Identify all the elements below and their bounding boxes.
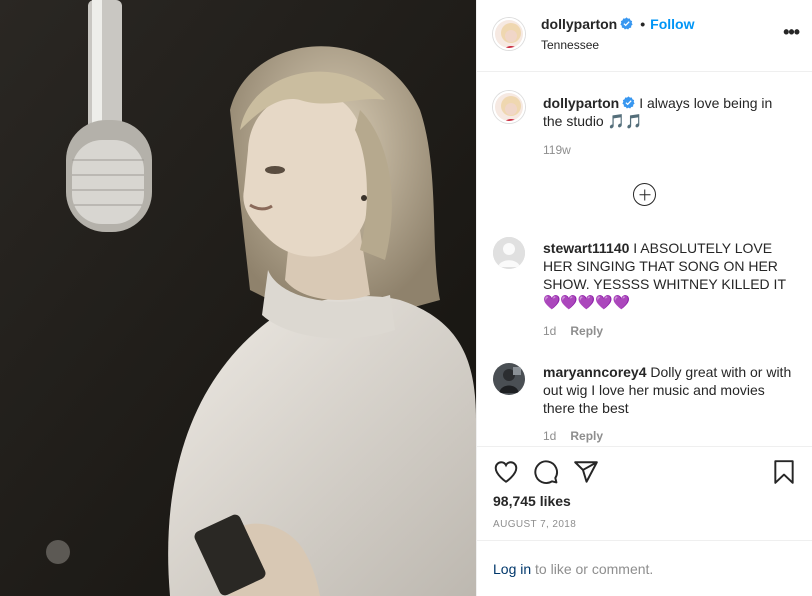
- header-title: dollyparton • Follow: [541, 16, 694, 32]
- default-avatar-icon: [493, 237, 525, 269]
- login-bar: Log in to like or comment.: [477, 540, 812, 596]
- comment-username[interactable]: stewart11140: [543, 240, 629, 256]
- caption-time[interactable]: 119w: [543, 143, 571, 157]
- more-options-icon[interactable]: •••: [783, 22, 800, 43]
- comment-time[interactable]: 1d: [543, 429, 556, 443]
- comments-section: dollyparton I always love being in the st…: [477, 73, 812, 445]
- comment-meta: 1d Reply: [543, 429, 603, 443]
- commenter-avatar[interactable]: [493, 363, 525, 395]
- post-photo-image: [0, 0, 476, 596]
- author-username[interactable]: dollyparton: [541, 16, 617, 32]
- follow-button[interactable]: Follow: [650, 16, 694, 32]
- reply-button[interactable]: Reply: [570, 429, 603, 443]
- avatar-image: [495, 93, 523, 121]
- post-panel: dollyparton • Follow Tennessee ••• dollypa…: [476, 0, 812, 596]
- comment-time[interactable]: 1d: [543, 324, 556, 338]
- heart-icon[interactable]: [493, 459, 519, 485]
- reply-button[interactable]: Reply: [570, 324, 603, 338]
- action-bar: 98,745 likes AUGUST 7, 2018: [477, 446, 812, 546]
- verified-badge-icon: [622, 96, 635, 109]
- post-location[interactable]: Tennessee: [541, 38, 599, 52]
- comment-username[interactable]: maryanncorey4: [543, 364, 647, 380]
- commenter-avatar[interactable]: [493, 237, 525, 269]
- caption-username[interactable]: dollyparton: [543, 95, 619, 111]
- author-avatar[interactable]: [493, 18, 525, 50]
- caption-avatar[interactable]: [493, 91, 525, 123]
- avatar-image: [495, 20, 523, 48]
- post-date[interactable]: AUGUST 7, 2018: [493, 519, 576, 530]
- share-icon[interactable]: [573, 459, 599, 485]
- comment-text-block: maryanncorey4 Dolly great with or with o…: [543, 363, 793, 417]
- login-link[interactable]: Log in: [493, 561, 531, 577]
- avatar-image: [493, 363, 525, 395]
- login-prompt: Log in to like or comment.: [493, 561, 653, 577]
- post-header: dollyparton • Follow Tennessee •••: [477, 0, 812, 72]
- login-rest-text: to like or comment.: [531, 561, 654, 577]
- plus-circle-icon[interactable]: [633, 183, 656, 206]
- comment-text-block: stewart11140 I ABSOLUTELY LOVE HER SINGI…: [543, 239, 793, 311]
- likes-count[interactable]: 98,745 likes: [493, 493, 571, 509]
- comment-meta: 1d Reply: [543, 324, 603, 338]
- comment-icon[interactable]: [533, 459, 559, 485]
- verified-badge-icon: [620, 17, 633, 30]
- post-photo[interactable]: [0, 0, 476, 596]
- separator-dot: •: [640, 16, 646, 32]
- bookmark-icon[interactable]: [771, 459, 797, 485]
- caption-text-block: dollyparton I always love being in the st…: [543, 94, 793, 130]
